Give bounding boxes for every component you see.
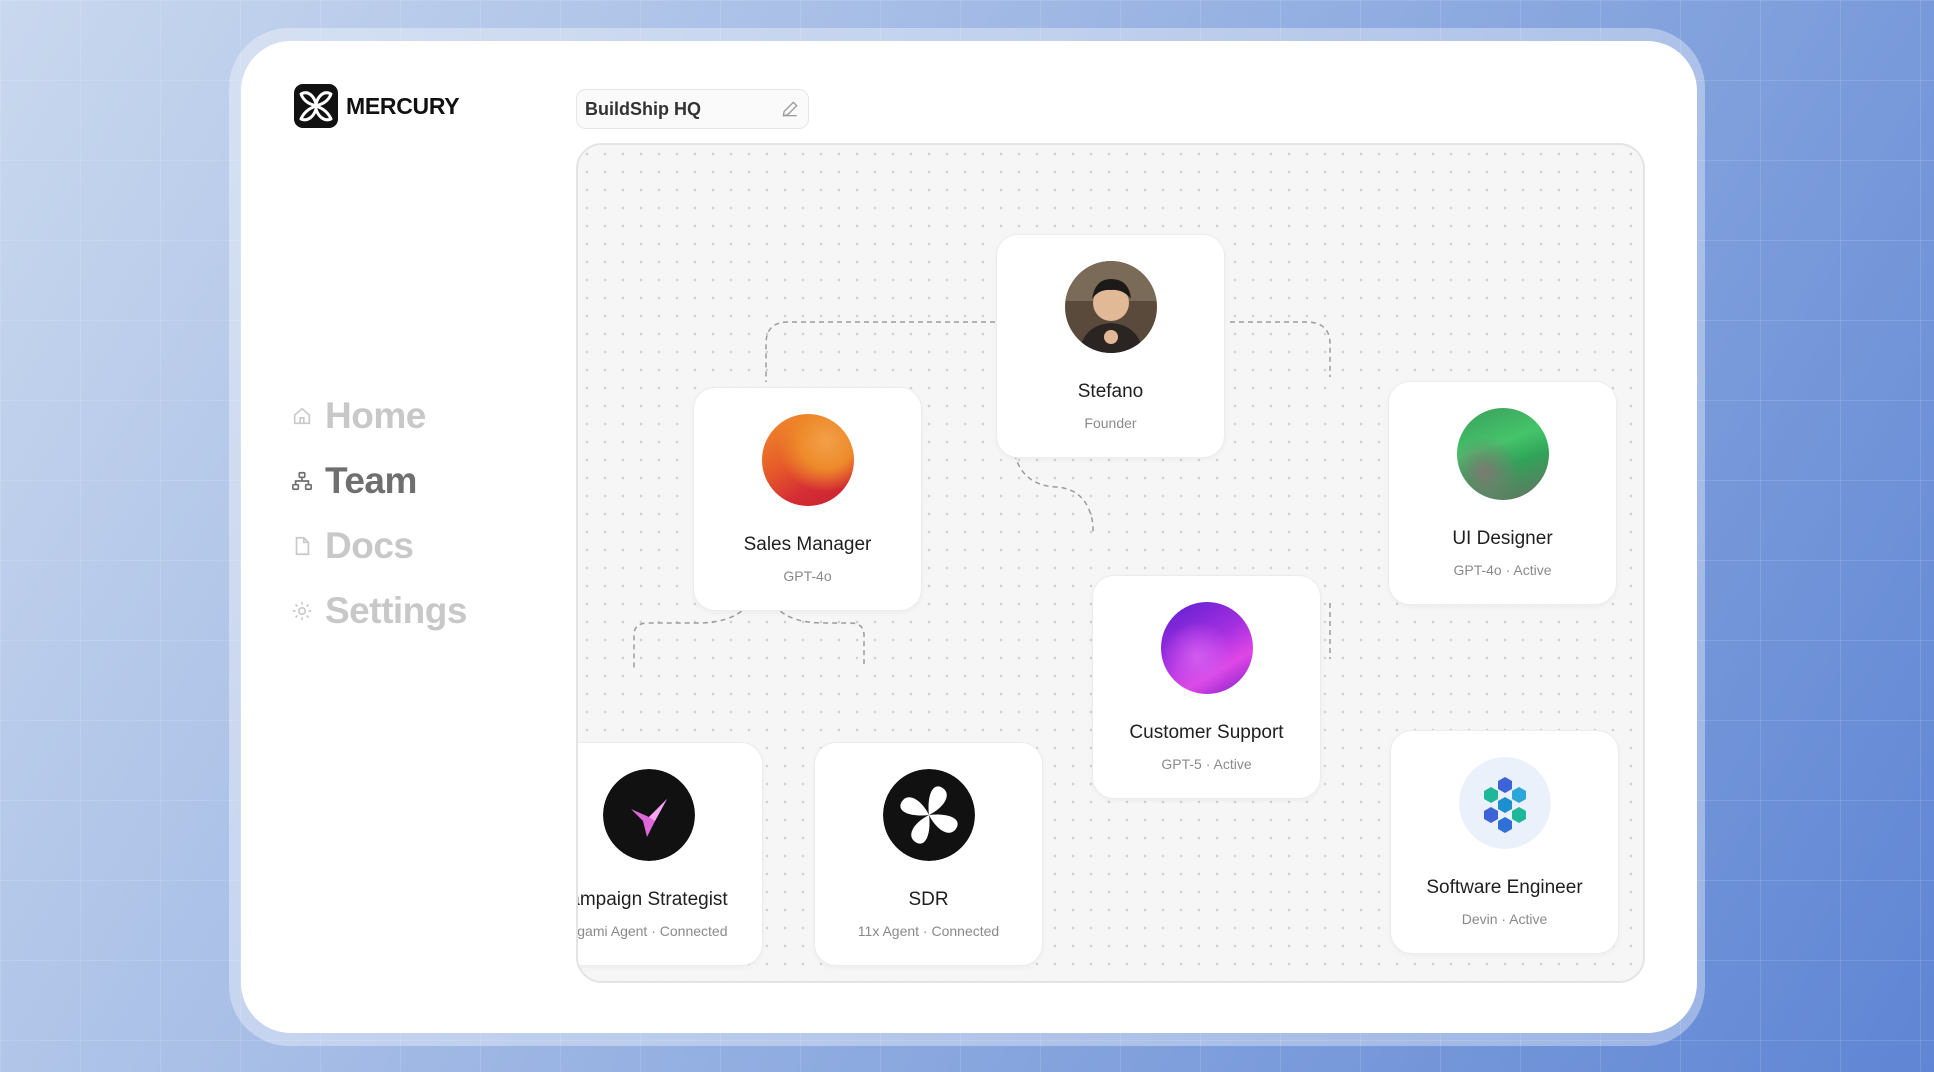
team-node-name: UI Designer: [1452, 528, 1553, 549]
team-node-name: ampaign Strategist: [576, 889, 728, 910]
sidebar-item-label: Team: [325, 459, 417, 501]
team-node-sales-manager[interactable]: Sales Manager GPT-4o: [693, 387, 922, 611]
team-node-subtitle: GPT-5 · Active: [1161, 756, 1252, 772]
team-node-subtitle: Devin · Active: [1461, 911, 1548, 927]
11x-logo: [882, 769, 975, 861]
team-node-name: SDR: [908, 889, 949, 910]
sidebar-item-label: Home: [325, 394, 426, 436]
workspace-name-field[interactable]: BuildShip HQ: [576, 89, 809, 129]
team-node-subtitle: Founder: [1084, 415, 1137, 431]
sidebar-item-label: Docs: [325, 524, 414, 566]
team-node-subtitle: rigami Agent · Connected: [576, 923, 728, 939]
photo-avatar: [1064, 261, 1157, 353]
team-node-stefano[interactable]: Stefano Founder: [996, 234, 1225, 458]
sidebar-item-home[interactable]: Home: [291, 383, 467, 448]
team-node-subtitle: 11x Agent · Connected: [857, 923, 1000, 939]
purple-orb: [1160, 602, 1253, 694]
workspace-name: BuildShip HQ: [585, 98, 701, 119]
sidebar-item-docs[interactable]: Docs: [291, 513, 467, 578]
brand-name: MERCURY: [346, 92, 460, 119]
team-node-name: Sales Manager: [743, 534, 872, 555]
sidebar-item-team[interactable]: Team: [291, 448, 467, 513]
green-orb: [1456, 408, 1549, 500]
team-node-customer-support[interactable]: Customer Support GPT-5 · Active: [1092, 575, 1321, 799]
team-node-campaign-strategist[interactable]: ampaign Strategist rigami Agent · Connec…: [576, 742, 763, 966]
document-icon: [295, 536, 310, 555]
org-chart-icon: [292, 471, 312, 490]
mercury-logo-icon: [294, 84, 338, 128]
edge-stefano-designer: [1230, 321, 1331, 377]
sidebar-item-settings[interactable]: Settings: [291, 578, 467, 643]
app-window: MERCURY Home Team Docs Settings BuildShi…: [241, 41, 1697, 1033]
gear-icon: [292, 601, 312, 620]
pencil-icon[interactable]: [780, 99, 800, 119]
team-node-name: Stefano: [1077, 381, 1144, 402]
team-node-software-engineer[interactable]: Software Engineer Devin · Active: [1390, 730, 1619, 954]
orange-red-orb: [761, 414, 854, 506]
team-node-name: Customer Support: [1129, 722, 1284, 743]
sidebar-nav: Home Team Docs Settings: [291, 383, 467, 643]
team-node-sdr[interactable]: SDR 11x Agent · Connected: [814, 742, 1043, 966]
team-node-subtitle: GPT-4o · Active: [1453, 562, 1552, 578]
team-node-subtitle: GPT-4o: [783, 568, 832, 584]
org-chart-canvas[interactable]: Stefano Founder Sales Manager GPT-4o UI …: [576, 143, 1645, 983]
hexagon-cluster-logo: [1458, 757, 1551, 849]
team-node-name: Software Engineer: [1426, 877, 1583, 898]
brand-logo[interactable]: MERCURY: [292, 82, 460, 130]
sidebar-item-label: Settings: [325, 589, 467, 631]
team-node-ui-designer[interactable]: UI Designer GPT-4o · Active: [1388, 381, 1617, 605]
origami-bird-logo: [602, 769, 695, 861]
edge-stefano-support: [1012, 444, 1094, 535]
edge-stefano-sales: [765, 321, 995, 382]
home-icon: [293, 407, 311, 424]
